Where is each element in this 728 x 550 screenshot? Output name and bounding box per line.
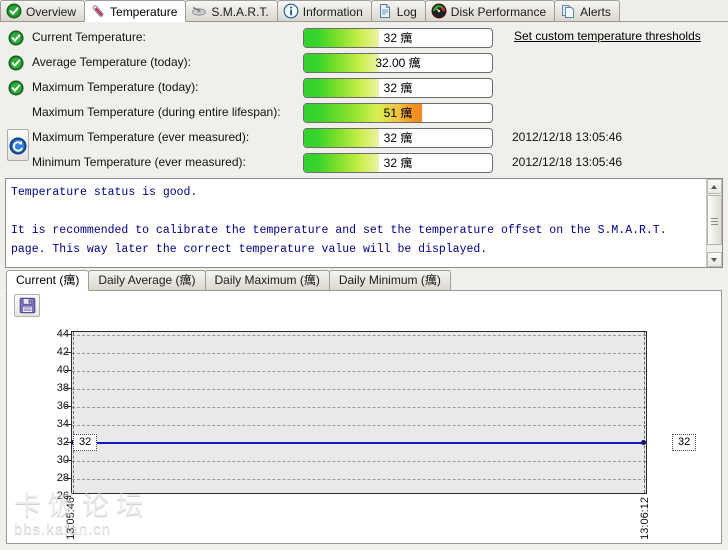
tab-overview[interactable]: Overview	[0, 0, 86, 21]
green-check-circle-icon	[8, 80, 24, 96]
temperature-chart-panel: 44 42 40 38 36 34 32 30 28 26 32 32 13:0…	[6, 291, 722, 544]
gauge-icon	[431, 3, 447, 19]
thermometer-icon	[90, 3, 106, 19]
chart-point-label: 32	[672, 434, 697, 451]
window-bottom-strip	[0, 545, 728, 550]
tab-alerts[interactable]: Alerts	[554, 0, 620, 21]
x-tick-label: 13:05:46	[65, 497, 77, 540]
timestamp: 2012/12/18 13:05:46	[512, 130, 623, 144]
chart-tab-bar: Current (癘) Daily Average (癘) Daily Maximu…	[6, 270, 722, 291]
main-tab-bar: Overview Temperature S.M.A.R.T. Informat…	[0, 0, 728, 22]
tab-label: Temperature	[110, 4, 178, 19]
tab-smart[interactable]: S.M.A.R.T.	[185, 0, 278, 21]
tab-daily-maximum[interactable]: Daily Maximum (癘)	[204, 270, 330, 290]
save-chart-button[interactable]	[14, 294, 40, 317]
temperature-bar: 32 癘	[303, 153, 493, 173]
tab-temperature[interactable]: Temperature	[84, 0, 187, 22]
table-row: Minimum Temperature (ever measured): 32 …	[0, 151, 728, 176]
scroll-up-arrow-icon[interactable]	[707, 179, 722, 194]
row-label: Maximum Temperature (ever measured):	[32, 130, 250, 144]
row-label: Current Temperature:	[32, 30, 146, 44]
chart-data-point	[641, 440, 646, 445]
temperature-bar: 51 癘	[303, 103, 493, 123]
scrollbar-thumb[interactable]	[707, 195, 722, 245]
x-tick-label: 13:06:12	[639, 497, 651, 540]
temperature-value: 51 癘	[383, 106, 413, 120]
status-message-text: Temperature status is good. It is recomm…	[11, 186, 667, 256]
temperature-bar: 32.00 癘	[303, 53, 493, 73]
tab-daily-average[interactable]: Daily Average (癘)	[88, 270, 206, 290]
tab-disk-performance[interactable]: Disk Performance	[424, 0, 556, 21]
temperature-value: 32 癘	[383, 81, 413, 95]
tab-label: Alerts	[580, 4, 611, 19]
scroll-down-arrow-icon[interactable]	[707, 252, 722, 267]
copy-pages-icon	[560, 3, 576, 19]
table-row: Maximum Temperature (during entire lifes…	[0, 101, 728, 126]
tab-label: Log	[396, 4, 417, 19]
green-check-circle-icon	[6, 3, 22, 19]
status-message-box: Temperature status is good. It is recomm…	[5, 178, 723, 268]
floppy-save-icon	[19, 297, 36, 317]
tab-label: Information	[302, 4, 363, 19]
temperature-value: 32 癘	[383, 131, 413, 145]
row-label: Maximum Temperature (during entire lifes…	[32, 105, 281, 119]
table-row: Average Temperature (today): 32.00 癘	[0, 51, 728, 76]
tab-label: Disk Performance	[450, 4, 547, 19]
row-label: Maximum Temperature (today):	[32, 80, 199, 94]
tab-log[interactable]: Log	[370, 0, 426, 21]
table-row: Maximum Temperature (today): 32 癘	[0, 76, 728, 101]
row-label: Average Temperature (today):	[32, 55, 191, 69]
temperature-value: 32 癘	[383, 31, 413, 45]
info-circle-icon	[283, 3, 299, 19]
chart-point-label: 32	[73, 434, 98, 451]
green-check-circle-icon	[8, 30, 24, 46]
chart-vertical-gridline	[73, 332, 74, 493]
tab-label: S.M.A.R.T.	[211, 4, 269, 19]
chart-plot-region: 44 42 40 38 36 34 32 30 28 26 32 32 13:0…	[7, 317, 721, 543]
temperature-bar: 32 癘	[303, 28, 493, 48]
temperature-bar: 32 癘	[303, 78, 493, 98]
app-window: Overview Temperature S.M.A.R.T. Informat…	[0, 0, 728, 550]
temperature-bar: 32 癘	[303, 128, 493, 148]
tab-information[interactable]: Information	[276, 0, 372, 21]
chart-series-line	[73, 442, 645, 444]
temperature-value: 32.00 癘	[375, 56, 421, 70]
smart-disk-icon	[191, 3, 207, 19]
chart-vertical-gridline	[644, 332, 645, 493]
tab-current[interactable]: Current (癘)	[6, 270, 90, 291]
table-row: Maximum Temperature (ever measured): 32 …	[0, 126, 728, 151]
chart-plot-area	[71, 331, 647, 494]
row-label: Minimum Temperature (ever measured):	[32, 155, 246, 169]
timestamp: 2012/12/18 13:05:46	[512, 155, 623, 169]
green-check-circle-icon	[8, 55, 24, 71]
tab-label: Overview	[26, 4, 77, 19]
blue-reset-arrow-icon	[9, 137, 27, 158]
temperature-rows: Current Temperature: 32 癘 Average Temper…	[0, 24, 728, 174]
set-custom-temperature-thresholds-link[interactable]: Set custom temperature thresholds	[514, 29, 701, 43]
tab-daily-minimum[interactable]: Daily Minimum (癘)	[328, 270, 451, 290]
reset-temperature-button[interactable]	[7, 129, 29, 161]
temperature-value: 32 癘	[383, 156, 413, 170]
status-message-scrollbar[interactable]	[706, 179, 722, 267]
document-icon	[377, 3, 393, 19]
